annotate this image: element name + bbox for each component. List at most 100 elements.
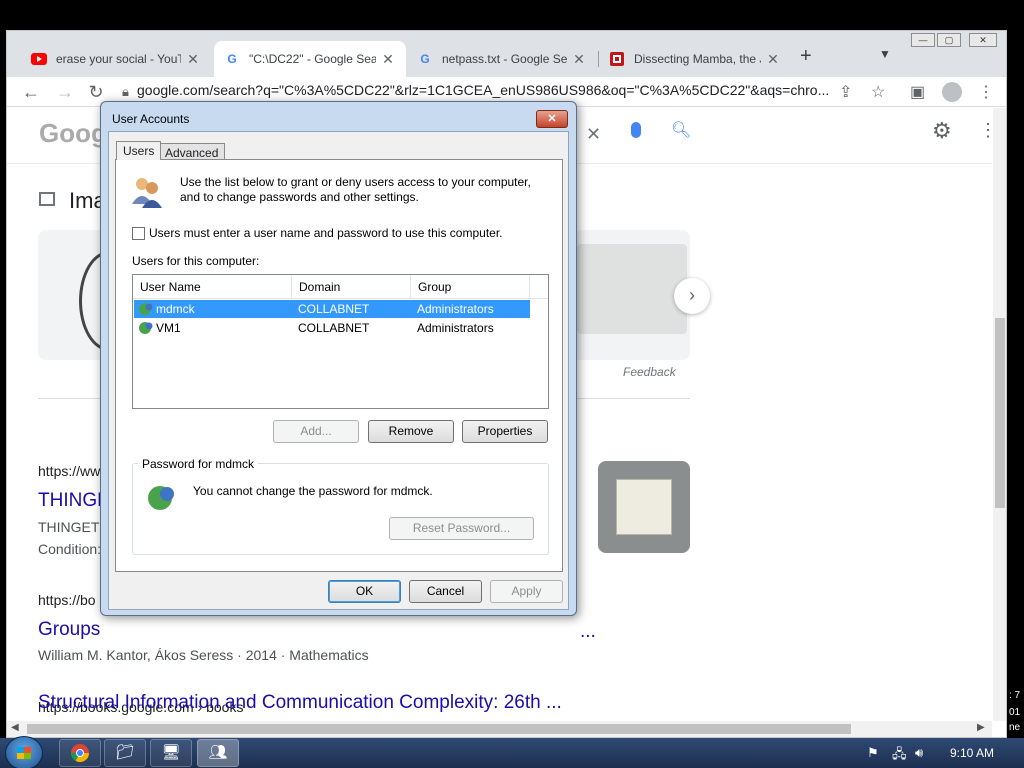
scroll-thumb[interactable] — [27, 724, 851, 734]
system-clock[interactable]: 9:10 AM — [950, 746, 994, 760]
reset-password-button[interactable]: Reset Password... — [389, 517, 534, 540]
images-icon — [39, 192, 55, 206]
chrome-icon — [71, 744, 89, 763]
password-groupbox-title: Password for mdmck — [138, 457, 259, 471]
background-window-text: 01 — [1009, 707, 1021, 718]
new-tab-button[interactable]: + — [800, 45, 812, 68]
clear-search-icon[interactable]: ✕ — [586, 124, 601, 145]
windows-taskbar: 📁︎ 🖥︎ 👥︎ ⚑ 🖧︎ 🔊︎ 9:10 AM — [0, 736, 1024, 768]
background-window-text: ne — [1009, 722, 1021, 733]
chrome-menu-icon[interactable]: ⋮ — [978, 82, 994, 102]
cancel-button[interactable]: Cancel — [409, 580, 482, 603]
user-row-vm1[interactable]: VM1 COLLABNET Administrators — [134, 319, 530, 337]
close-tab-icon[interactable]: ✕ — [765, 51, 781, 68]
user-globe-icon — [148, 486, 174, 510]
share-icon[interactable]: ⇪ — [839, 82, 852, 102]
users-tab-panel: Use the list below to grant or deny user… — [115, 159, 563, 572]
volume-icon[interactable]: 🔊︎ — [915, 745, 923, 761]
minimize-button[interactable]: — — [911, 33, 935, 47]
tab-users[interactable]: Users — [116, 141, 162, 160]
tab-youtube[interactable]: erase your social - YouTu ✕ — [21, 41, 211, 77]
tab-google-search-dc22[interactable]: G "C:\DC22" - Google Sear ✕ — [214, 41, 406, 77]
result-thumbnail[interactable] — [598, 461, 690, 553]
properties-button[interactable]: Properties — [462, 420, 548, 443]
google-icon: G — [420, 52, 430, 66]
tab-netpass[interactable]: G netpass.txt - Google Sea ✕ — [407, 41, 597, 77]
search-icon[interactable]: 🔍︎ — [671, 120, 691, 140]
result-title-link[interactable]: Structural Information and Communication… — [38, 692, 562, 714]
result-snippet: THINGET — [38, 519, 100, 535]
close-tab-icon[interactable]: ✕ — [380, 51, 396, 68]
user-row-mdmck[interactable]: mdmck COLLABNET Administrators — [134, 300, 530, 318]
monitor-icon: 🖥︎ — [161, 744, 181, 761]
taskbar-remote-desktop[interactable]: 🖥︎ — [150, 739, 192, 767]
action-center-flag-icon[interactable]: ⚑ — [867, 745, 879, 761]
scroll-left-arrow-icon[interactable]: ◀ — [11, 722, 19, 733]
background-window-text: : 7 — [1009, 690, 1021, 701]
plc-device-image — [616, 479, 672, 535]
column-user-name[interactable]: User Name — [133, 275, 292, 299]
folder-icon: 📁︎ — [115, 744, 135, 761]
voice-search-icon[interactable] — [631, 122, 641, 138]
tab-advanced[interactable]: Advanced — [158, 143, 226, 160]
close-tab-icon[interactable]: ✕ — [185, 51, 201, 68]
google-icon: G — [227, 52, 237, 66]
taskbar-chrome[interactable] — [59, 739, 101, 767]
forward-arrow-icon[interactable]: → — [53, 80, 77, 104]
scroll-thumb[interactable] — [995, 318, 1005, 508]
remove-user-button[interactable]: Remove — [368, 420, 454, 443]
tab-strip: erase your social - YouTu ✕ G "C:\DC22" … — [7, 31, 1006, 77]
more-menu-icon[interactable]: ⋮ — [979, 120, 992, 141]
result-url: https://ww — [38, 463, 101, 479]
result-snippet: William M. Kantor, Ákos Seress · 2014 · … — [38, 647, 369, 663]
profile-avatar[interactable] — [942, 82, 962, 102]
tab-search-chevron-icon[interactable]: ▼ — [879, 47, 891, 61]
side-panel-icon[interactable]: ▣ — [910, 82, 925, 102]
settings-gear-icon[interactable]: ⚙ — [932, 118, 952, 144]
bookmark-star-icon[interactable]: ☆ — [871, 82, 885, 102]
back-arrow-icon[interactable]: ← — [19, 80, 43, 104]
intro-text: Use the list below to grant or deny user… — [180, 175, 531, 204]
require-login-label[interactable]: Users must enter a user name and passwor… — [149, 226, 503, 240]
dialog-title: User Accounts — [112, 112, 190, 126]
users-list-label: Users for this computer: — [132, 254, 260, 268]
vertical-scrollbar[interactable] — [993, 108, 1006, 721]
chevron-right-icon[interactable]: › — [674, 278, 710, 314]
taskbar-user-accounts[interactable]: 👥︎ — [197, 739, 239, 767]
dialog-client-area: Users Advanced Use the list below to gra… — [108, 131, 569, 610]
user-globe-icon — [139, 303, 153, 315]
password-groupbox — [132, 463, 549, 555]
windows-logo-icon — [17, 747, 31, 759]
add-user-button[interactable]: Add... — [273, 420, 359, 443]
mcafee-icon — [609, 51, 625, 67]
google-logo[interactable]: Goog — [39, 118, 107, 149]
network-icon[interactable]: 🖧︎ — [892, 745, 907, 767]
user-globe-icon — [139, 322, 153, 334]
youtube-icon — [31, 51, 47, 67]
feedback-link[interactable]: Feedback — [623, 365, 676, 379]
maximize-button[interactable]: ▢ — [937, 33, 961, 47]
horizontal-scrollbar[interactable]: ◀ ▶ — [7, 721, 992, 737]
window-close-button[interactable]: ✕ — [969, 33, 997, 47]
users-group-icon: 👥︎ — [208, 744, 228, 761]
users-listview[interactable]: User Name Domain Group mdmck COLLABNET A… — [132, 274, 549, 409]
apply-button[interactable]: Apply — [490, 580, 563, 603]
require-login-checkbox[interactable] — [132, 227, 145, 240]
dialog-close-button[interactable]: ✕ — [536, 110, 568, 128]
tab-dissecting-mamba[interactable]: Dissecting Mamba, the J ✕ — [599, 41, 791, 77]
address-bar[interactable]: google.com/search?q="C%3A%5CDC22"&rlz=1C… — [137, 82, 829, 98]
start-button[interactable] — [5, 736, 43, 768]
result-title-link[interactable]: THINGE — [38, 490, 110, 512]
result-title-link[interactable]: Groups — [38, 619, 100, 641]
taskbar-explorer[interactable]: 📁︎ — [104, 739, 146, 767]
ok-button[interactable]: OK — [328, 580, 401, 603]
scroll-right-arrow-icon[interactable]: ▶ — [977, 722, 985, 733]
column-group[interactable]: Group — [411, 275, 530, 299]
close-tab-icon[interactable]: ✕ — [571, 51, 587, 68]
lock-icon[interactable]: 🔒︎ — [122, 84, 129, 100]
users-group-icon — [132, 178, 162, 208]
column-domain[interactable]: Domain — [292, 275, 411, 299]
password-info-text: You cannot change the password for mdmck… — [193, 484, 433, 498]
result-title-ellipsis: ... — [580, 621, 596, 642]
plc-module-image — [577, 244, 687, 334]
